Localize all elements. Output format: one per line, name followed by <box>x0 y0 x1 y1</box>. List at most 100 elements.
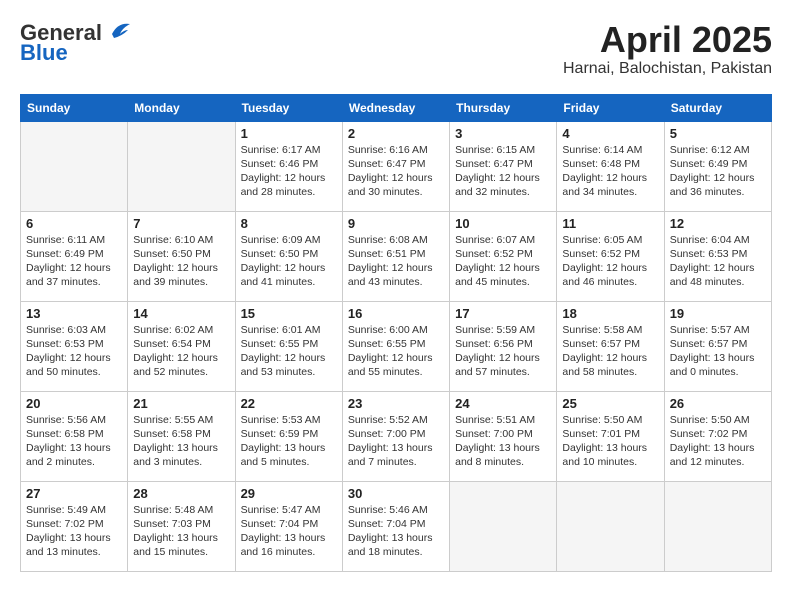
day-number: 27 <box>26 486 122 501</box>
day-detail: Sunrise: 6:10 AMSunset: 6:50 PMDaylight:… <box>133 233 229 290</box>
col-header-wednesday: Wednesday <box>342 94 449 121</box>
calendar-cell: 16 Sunrise: 6:00 AMSunset: 6:55 PMDayligh… <box>342 301 449 391</box>
logo: General Blue <box>20 20 132 66</box>
day-number: 25 <box>562 396 658 411</box>
calendar-cell: 8Sunrise: 6:09 AMSunset: 6:50 PMDaylight… <box>235 211 342 301</box>
col-header-friday: Friday <box>557 94 664 121</box>
day-detail: Sunrise: 5:49 AMSunset: 7:02 PMDaylight:… <box>26 503 122 560</box>
col-header-tuesday: Tuesday <box>235 94 342 121</box>
day-number: 1 <box>241 126 337 141</box>
day-detail: Sunrise: 6:07 AMSunset: 6:52 PMDaylight:… <box>455 233 551 290</box>
day-number: 20 <box>26 396 122 411</box>
day-detail: Sunrise: 5:52 AMSunset: 7:00 PMDaylight:… <box>348 413 444 470</box>
page-header: General Blue April 2025 Harnai, Balochis… <box>20 20 772 78</box>
calendar-table: SundayMondayTuesdayWednesdayThursdayFrid… <box>20 94 772 572</box>
day-number: 11 <box>562 216 658 231</box>
day-detail: Sunrise: 6:01 AMSunset: 6:55 PMDaylight:… <box>241 323 337 380</box>
calendar-cell: 14Sunrise: 6:02 AMSunset: 6:54 PMDayligh… <box>128 301 235 391</box>
day-detail: Sunrise: 5:47 AMSunset: 7:04 PMDaylight:… <box>241 503 337 560</box>
calendar-body: 1 Sunrise: 6:17 AMSunset: 6:46 PMDaylight… <box>21 121 772 571</box>
location: Harnai, Balochistan, Pakistan <box>563 60 772 78</box>
day-detail: Sunrise: 6:03 AMSunset: 6:53 PMDaylight:… <box>26 323 122 380</box>
col-header-monday: Monday <box>128 94 235 121</box>
title-block: April 2025 Harnai, Balochistan, Pakistan <box>563 20 772 78</box>
day-detail: Sunrise: 5:57 AMSunset: 6:57 PMDaylight:… <box>670 323 766 380</box>
day-detail: Sunrise: 6:12 AMSunset: 6:49 PMDaylight:… <box>670 143 766 200</box>
calendar-cell: 27 Sunrise: 5:49 AMSunset: 7:02 PMDayligh… <box>21 481 128 571</box>
day-number: 24 <box>455 396 551 411</box>
calendar-cell: 6Sunrise: 6:11 AMSunset: 6:49 PMDaylight… <box>21 211 128 301</box>
calendar-cell: 22 Sunrise: 5:53 AMSunset: 6:59 PMDayligh… <box>235 391 342 481</box>
calendar-cell: 10 Sunrise: 6:07 AMSunset: 6:52 PMDayligh… <box>450 211 557 301</box>
day-detail: Sunrise: 6:02 AMSunset: 6:54 PMDaylight:… <box>133 323 229 380</box>
day-number: 26 <box>670 396 766 411</box>
day-detail: Sunrise: 5:58 AMSunset: 6:57 PMDaylight:… <box>562 323 658 380</box>
day-number: 9 <box>348 216 444 231</box>
week-row-5: 27 Sunrise: 5:49 AMSunset: 7:02 PMDayligh… <box>21 481 772 571</box>
calendar-cell: 30 Sunrise: 5:46 AMSunset: 7:04 PMDayligh… <box>342 481 449 571</box>
calendar-cell: 4 Sunrise: 6:14 AMSunset: 6:48 PMDaylight… <box>557 121 664 211</box>
day-detail: Sunrise: 5:46 AMSunset: 7:04 PMDaylight:… <box>348 503 444 560</box>
day-detail: Sunrise: 5:48 AMSunset: 7:03 PMDaylight:… <box>133 503 229 560</box>
calendar-cell: 3Sunrise: 6:15 AMSunset: 6:47 PMDaylight… <box>450 121 557 211</box>
calendar-cell: 7 Sunrise: 6:10 AMSunset: 6:50 PMDaylight… <box>128 211 235 301</box>
day-detail: Sunrise: 6:17 AMSunset: 6:46 PMDaylight:… <box>241 143 337 200</box>
day-detail: Sunrise: 6:14 AMSunset: 6:48 PMDaylight:… <box>562 143 658 200</box>
calendar-cell: 23 Sunrise: 5:52 AMSunset: 7:00 PMDayligh… <box>342 391 449 481</box>
calendar-cell: 1 Sunrise: 6:17 AMSunset: 6:46 PMDaylight… <box>235 121 342 211</box>
day-detail: Sunrise: 6:08 AMSunset: 6:51 PMDaylight:… <box>348 233 444 290</box>
day-detail: Sunrise: 5:50 AMSunset: 7:02 PMDaylight:… <box>670 413 766 470</box>
calendar-cell <box>21 121 128 211</box>
week-row-1: 1 Sunrise: 6:17 AMSunset: 6:46 PMDaylight… <box>21 121 772 211</box>
calendar-cell: 2 Sunrise: 6:16 AMSunset: 6:47 PMDaylight… <box>342 121 449 211</box>
day-number: 21 <box>133 396 229 411</box>
calendar-cell: 11Sunrise: 6:05 AMSunset: 6:52 PMDayligh… <box>557 211 664 301</box>
day-number: 13 <box>26 306 122 321</box>
day-number: 4 <box>562 126 658 141</box>
day-number: 5 <box>670 126 766 141</box>
calendar-cell: 12 Sunrise: 6:04 AMSunset: 6:53 PMDayligh… <box>664 211 771 301</box>
day-detail: Sunrise: 6:09 AMSunset: 6:50 PMDaylight:… <box>241 233 337 290</box>
day-detail: Sunrise: 5:59 AMSunset: 6:56 PMDaylight:… <box>455 323 551 380</box>
day-detail: Sunrise: 6:00 AMSunset: 6:55 PMDaylight:… <box>348 323 444 380</box>
calendar-cell: 9 Sunrise: 6:08 AMSunset: 6:51 PMDaylight… <box>342 211 449 301</box>
calendar-cell <box>450 481 557 571</box>
logo-blue: Blue <box>20 40 68 66</box>
day-detail: Sunrise: 6:16 AMSunset: 6:47 PMDaylight:… <box>348 143 444 200</box>
calendar-cell: 13 Sunrise: 6:03 AMSunset: 6:53 PMDayligh… <box>21 301 128 391</box>
col-header-saturday: Saturday <box>664 94 771 121</box>
week-row-2: 6Sunrise: 6:11 AMSunset: 6:49 PMDaylight… <box>21 211 772 301</box>
day-number: 6 <box>26 216 122 231</box>
week-row-4: 20 Sunrise: 5:56 AMSunset: 6:58 PMDayligh… <box>21 391 772 481</box>
day-number: 30 <box>348 486 444 501</box>
day-number: 12 <box>670 216 766 231</box>
calendar-cell: 19 Sunrise: 5:57 AMSunset: 6:57 PMDayligh… <box>664 301 771 391</box>
day-number: 15 <box>241 306 337 321</box>
calendar-cell: 21 Sunrise: 5:55 AMSunset: 6:58 PMDayligh… <box>128 391 235 481</box>
day-number: 2 <box>348 126 444 141</box>
day-number: 7 <box>133 216 229 231</box>
calendar-header-row: SundayMondayTuesdayWednesdayThursdayFrid… <box>21 94 772 121</box>
day-detail: Sunrise: 6:15 AMSunset: 6:47 PMDaylight:… <box>455 143 551 200</box>
day-number: 17 <box>455 306 551 321</box>
calendar-cell <box>664 481 771 571</box>
day-detail: Sunrise: 5:56 AMSunset: 6:58 PMDaylight:… <box>26 413 122 470</box>
day-number: 22 <box>241 396 337 411</box>
day-number: 10 <box>455 216 551 231</box>
day-detail: Sunrise: 5:53 AMSunset: 6:59 PMDaylight:… <box>241 413 337 470</box>
calendar-cell: 18Sunrise: 5:58 AMSunset: 6:57 PMDayligh… <box>557 301 664 391</box>
calendar-cell: 26 Sunrise: 5:50 AMSunset: 7:02 PMDayligh… <box>664 391 771 481</box>
day-detail: Sunrise: 5:55 AMSunset: 6:58 PMDaylight:… <box>133 413 229 470</box>
day-detail: Sunrise: 5:50 AMSunset: 7:01 PMDaylight:… <box>562 413 658 470</box>
day-number: 19 <box>670 306 766 321</box>
calendar-cell: 5 Sunrise: 6:12 AMSunset: 6:49 PMDaylight… <box>664 121 771 211</box>
calendar-cell <box>128 121 235 211</box>
week-row-3: 13 Sunrise: 6:03 AMSunset: 6:53 PMDayligh… <box>21 301 772 391</box>
day-number: 23 <box>348 396 444 411</box>
day-detail: Sunrise: 6:04 AMSunset: 6:53 PMDaylight:… <box>670 233 766 290</box>
day-number: 28 <box>133 486 229 501</box>
day-number: 29 <box>241 486 337 501</box>
day-number: 16 <box>348 306 444 321</box>
logo-bird-icon <box>104 20 132 42</box>
calendar-cell <box>557 481 664 571</box>
